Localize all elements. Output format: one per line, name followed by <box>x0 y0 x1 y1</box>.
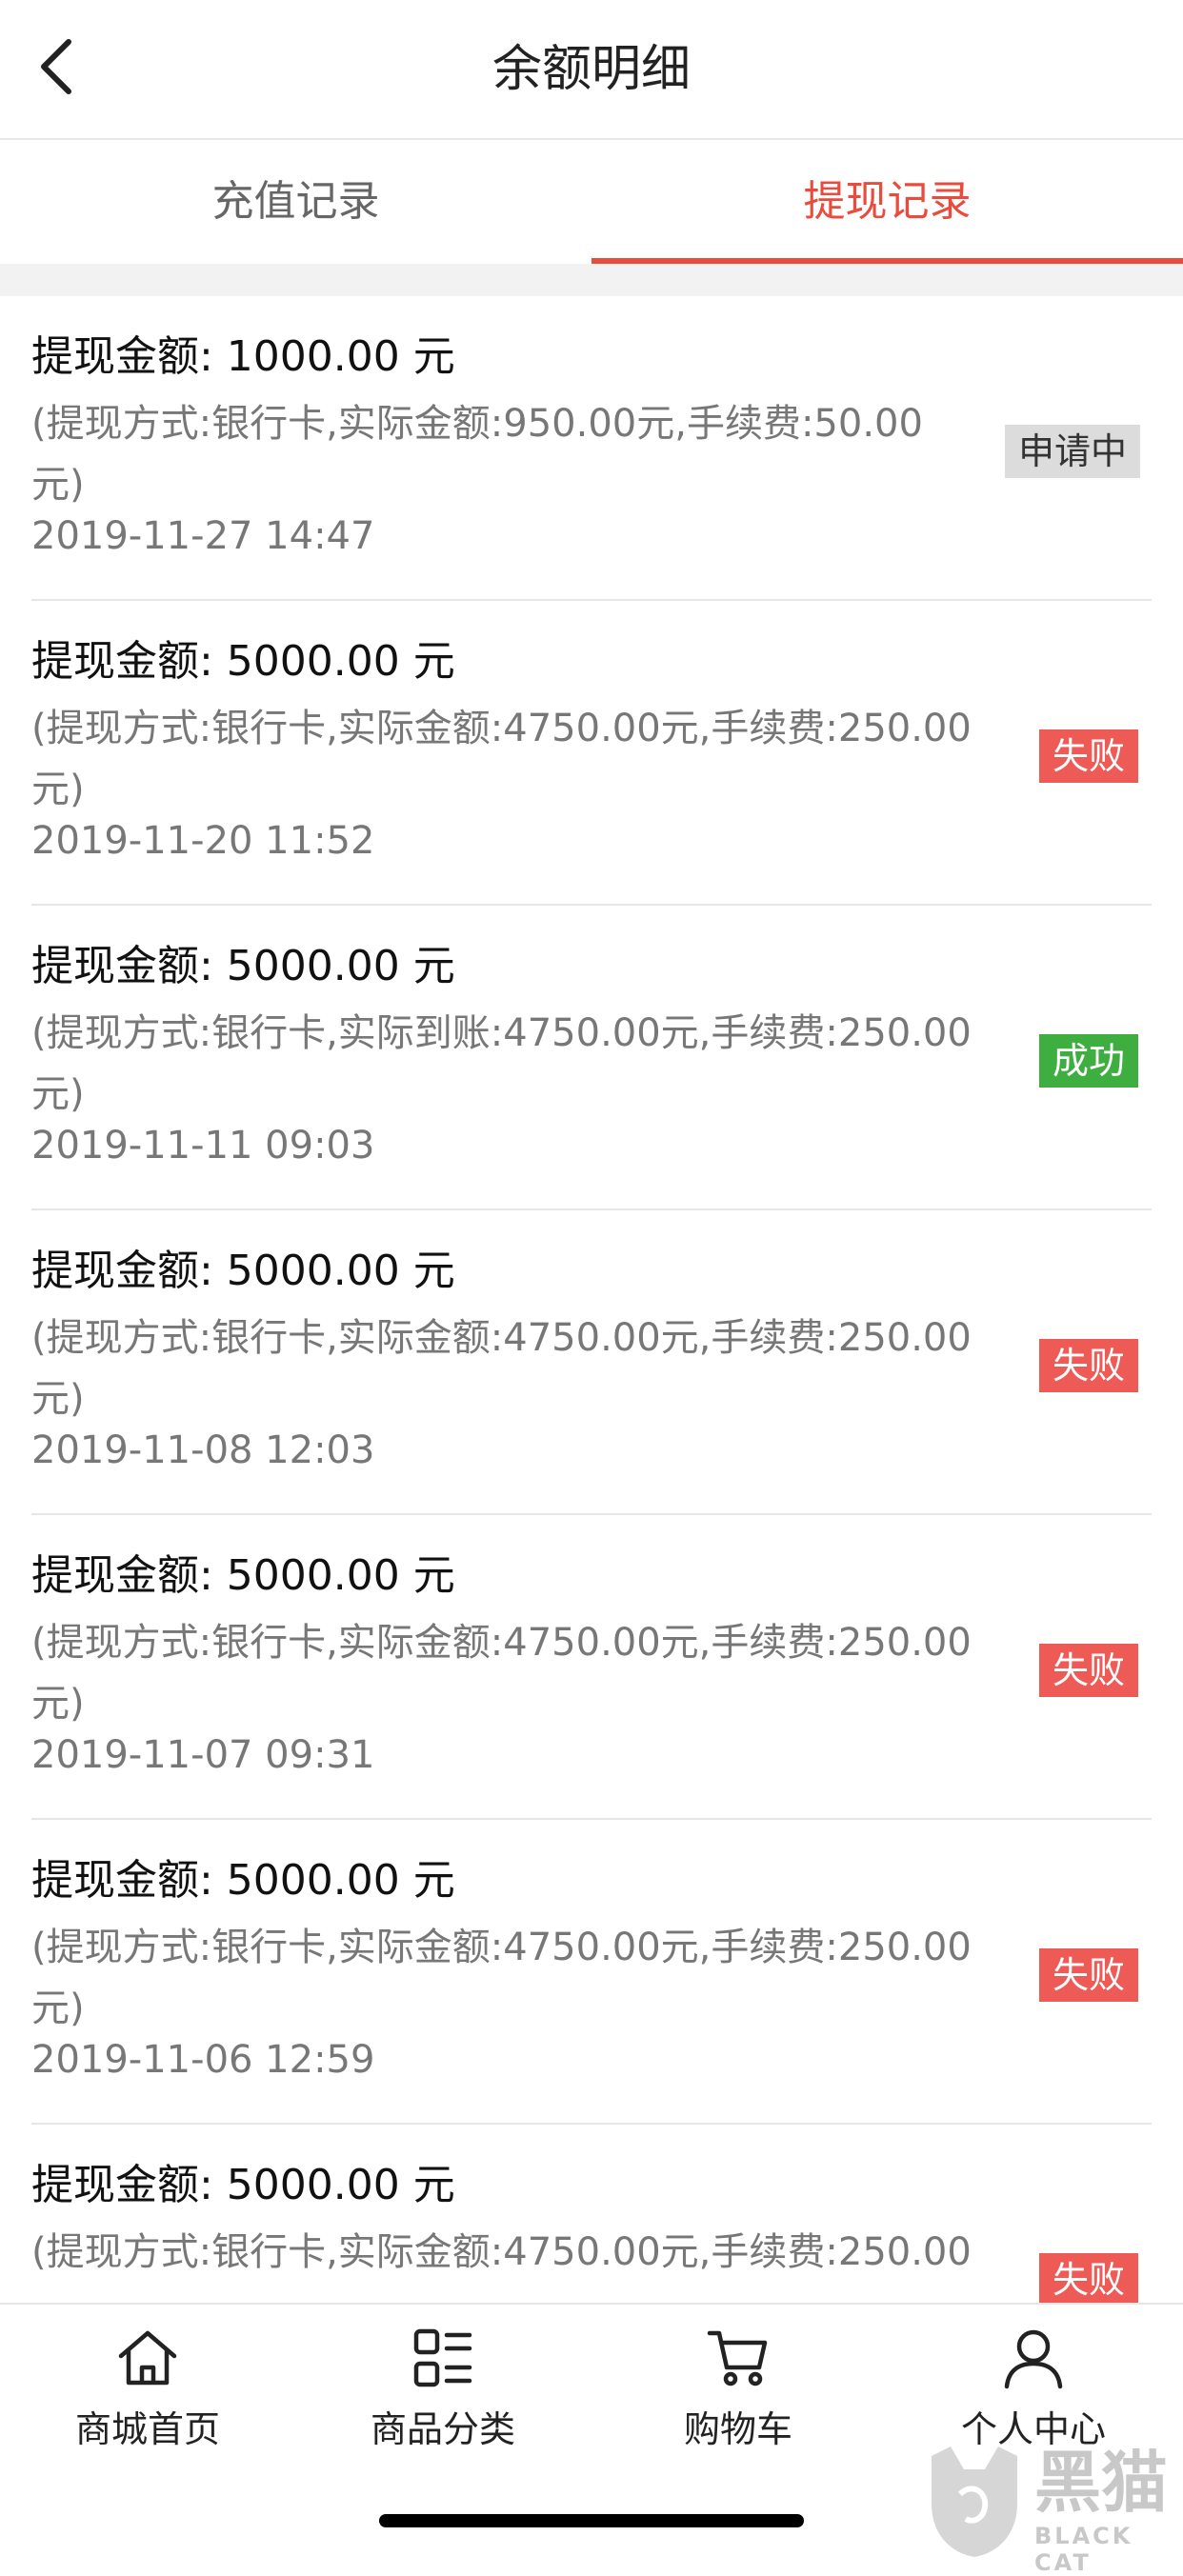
withdraw-amount: 提现金额: 1000.00 元 <box>31 332 455 381</box>
list-item[interactable]: 提现金额: 5000.00 元 (提现方式:银行卡,实际金额:4750.00元,… <box>31 2125 1152 2303</box>
home-indicator <box>379 2514 804 2527</box>
status-badge: 申请中 <box>1004 425 1140 478</box>
tab-withdraw-records[interactable]: 提现记录 <box>592 140 1183 264</box>
status-badge: 失败 <box>1038 1339 1138 1392</box>
withdraw-detail: (提现方式:银行卡,实际到账:4750.00元,手续费:250.00元) <box>31 1011 972 1116</box>
tabbar-profile[interactable]: 个人中心 <box>919 2324 1148 2453</box>
withdraw-record-list[interactable]: 提现金额: 1000.00 元 (提现方式:银行卡,实际金额:950.00元,手… <box>0 296 1183 2303</box>
withdraw-detail: (提现方式:银行卡,实际金额:4750.00元,手续费:250.00元) <box>31 1621 972 1726</box>
status-badge: 失败 <box>1038 2253 1138 2303</box>
status-badge: 失败 <box>1038 1948 1138 2002</box>
tabbar-cart-label: 购物车 <box>683 2408 792 2450</box>
list-item[interactable]: 提现金额: 5000.00 元 (提现方式:银行卡,实际金额:4750.00元,… <box>31 1820 1152 2125</box>
withdraw-detail: (提现方式:银行卡,实际金额:4750.00元,手续费:250.00 <box>31 2230 972 2274</box>
blackcat-watermark: 黑猫 BLACK CAT <box>922 2443 1183 2576</box>
list-item[interactable]: 提现金额: 5000.00 元 (提现方式:银行卡,实际到账:4750.00元,… <box>31 906 1152 1210</box>
status-badge: 成功 <box>1038 1034 1138 1088</box>
home-icon <box>118 2330 177 2386</box>
withdraw-date: 2019-11-07 09:31 <box>31 1733 375 1777</box>
withdraw-date: 2019-11-06 12:59 <box>31 2038 375 2082</box>
withdraw-date: 2019-11-27 14:47 <box>31 514 375 558</box>
withdraw-amount: 提现金额: 5000.00 元 <box>31 637 455 686</box>
list-item[interactable]: 提现金额: 5000.00 元 (提现方式:银行卡,实际金额:4750.00元,… <box>31 1515 1152 1820</box>
withdraw-amount: 提现金额: 5000.00 元 <box>31 1551 455 1600</box>
section-divider <box>0 264 1183 296</box>
tabbar-home-label: 商城首页 <box>74 2408 220 2450</box>
withdraw-detail: (提现方式:银行卡,实际金额:4750.00元,手续费:250.00元) <box>31 1316 972 1421</box>
withdraw-date: 2019-11-08 12:03 <box>31 1428 375 1472</box>
tabbar-category-label: 商品分类 <box>370 2408 515 2450</box>
withdraw-amount: 提现金额: 5000.00 元 <box>31 1856 455 1905</box>
withdraw-date: 2019-11-11 09:03 <box>31 1124 375 1168</box>
tabbar-category[interactable]: 商品分类 <box>329 2324 557 2453</box>
watermark-text: 黑猫 <box>1034 2444 1168 2522</box>
list-item[interactable]: 提现金额: 1000.00 元 (提现方式:银行卡,实际金额:950.00元,手… <box>31 296 1152 601</box>
withdraw-amount: 提现金额: 5000.00 元 <box>31 942 455 990</box>
withdraw-amount: 提现金额: 5000.00 元 <box>31 1247 455 1295</box>
watermark-subtext: BLACK CAT <box>1034 2523 1133 2576</box>
cart-icon <box>707 2330 768 2386</box>
list-item[interactable]: 提现金额: 5000.00 元 (提现方式:银行卡,实际金额:4750.00元,… <box>31 1210 1152 1515</box>
header-bar: 余额明细 <box>0 0 1183 140</box>
withdraw-detail: (提现方式:银行卡,实际金额:4750.00元,手续费:250.00元) <box>31 707 972 811</box>
category-icon <box>413 2328 472 2387</box>
status-badge: 失败 <box>1038 729 1138 783</box>
list-item[interactable]: 提现金额: 5000.00 元 (提现方式:银行卡,实际金额:4750.00元,… <box>31 601 1152 906</box>
tab-recharge-records[interactable]: 充值记录 <box>0 140 592 264</box>
withdraw-detail: (提现方式:银行卡,实际金额:4750.00元,手续费:250.00元) <box>31 1926 972 2030</box>
withdraw-detail: (提现方式:银行卡,实际金额:950.00元,手续费:50.00元) <box>31 402 923 507</box>
user-icon <box>1004 2329 1063 2389</box>
cat-logo-icon <box>932 2446 1017 2557</box>
status-badge: 失败 <box>1038 1644 1138 1697</box>
withdraw-date: 2019-11-20 11:52 <box>31 819 375 863</box>
record-tabs: 充值记录 提现记录 <box>0 140 1183 264</box>
tabbar-cart[interactable]: 购物车 <box>624 2324 852 2453</box>
page-title: 余额明细 <box>491 41 691 98</box>
withdraw-amount: 提现金额: 5000.00 元 <box>31 2161 455 2209</box>
tabbar-home[interactable]: 商城首页 <box>33 2324 262 2453</box>
